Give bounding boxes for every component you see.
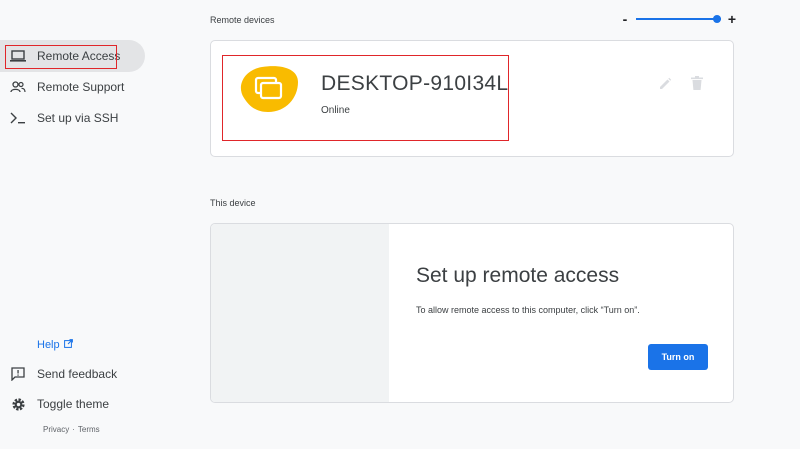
this-device-card: Set up remote access To allow remote acc… [210,223,734,403]
zoom-out-button[interactable]: - [620,12,630,26]
toggle-theme-label: Toggle theme [37,397,110,411]
zoom-in-button[interactable]: + [727,12,737,26]
remote-desktop-icon [236,64,300,114]
delete-icon[interactable] [691,76,703,90]
footer-separator: · [72,425,75,434]
help-label: Help [37,339,60,351]
sidebar-item-ssh[interactable]: Set up via SSH [0,102,145,134]
toggle-theme-button[interactable]: Toggle theme [0,388,145,420]
terms-link[interactable]: Terms [78,425,100,434]
help-link[interactable]: Help [37,339,73,351]
external-link-icon [63,339,73,351]
slider-track [636,18,721,20]
zoom-control: - + [620,11,737,27]
gear-icon [10,396,26,412]
send-feedback-label: Send feedback [37,367,118,381]
sidebar-item-remote-support[interactable]: Remote Support [0,71,145,103]
sidebar-item-label: Remote Support [37,80,125,94]
feedback-icon [10,366,26,382]
turn-on-button[interactable]: Turn on [648,344,708,370]
sidebar-item-label: Remote Access [37,49,121,63]
people-icon [10,79,26,95]
edit-icon[interactable] [658,77,672,91]
sidebar: Remote Access Remote Support Set up via … [0,0,180,449]
this-device-illustration [211,224,389,402]
remote-devices-title: Remote devices [210,15,275,25]
this-device-title: This device [210,198,256,208]
device-card[interactable]: DESKTOP-910I34L Online [210,40,734,157]
sidebar-item-remote-access[interactable]: Remote Access [0,40,145,72]
sidebar-item-label: Set up via SSH [37,111,119,125]
device-status: Online [321,105,350,116]
slider-thumb[interactable] [713,15,721,23]
terminal-icon [10,110,26,126]
privacy-link[interactable]: Privacy [43,425,69,434]
main-content: Remote devices - + DESKTOP-910I34L Onlin… [180,0,800,449]
send-feedback-button[interactable]: Send feedback [0,358,145,390]
device-name[interactable]: DESKTOP-910I34L [321,72,508,96]
footer-links: Privacy · Terms [43,425,100,434]
laptop-icon [10,48,26,64]
setup-title: Set up remote access [416,264,620,287]
setup-description: To allow remote access to this computer,… [416,305,640,315]
zoom-slider[interactable] [636,13,721,25]
